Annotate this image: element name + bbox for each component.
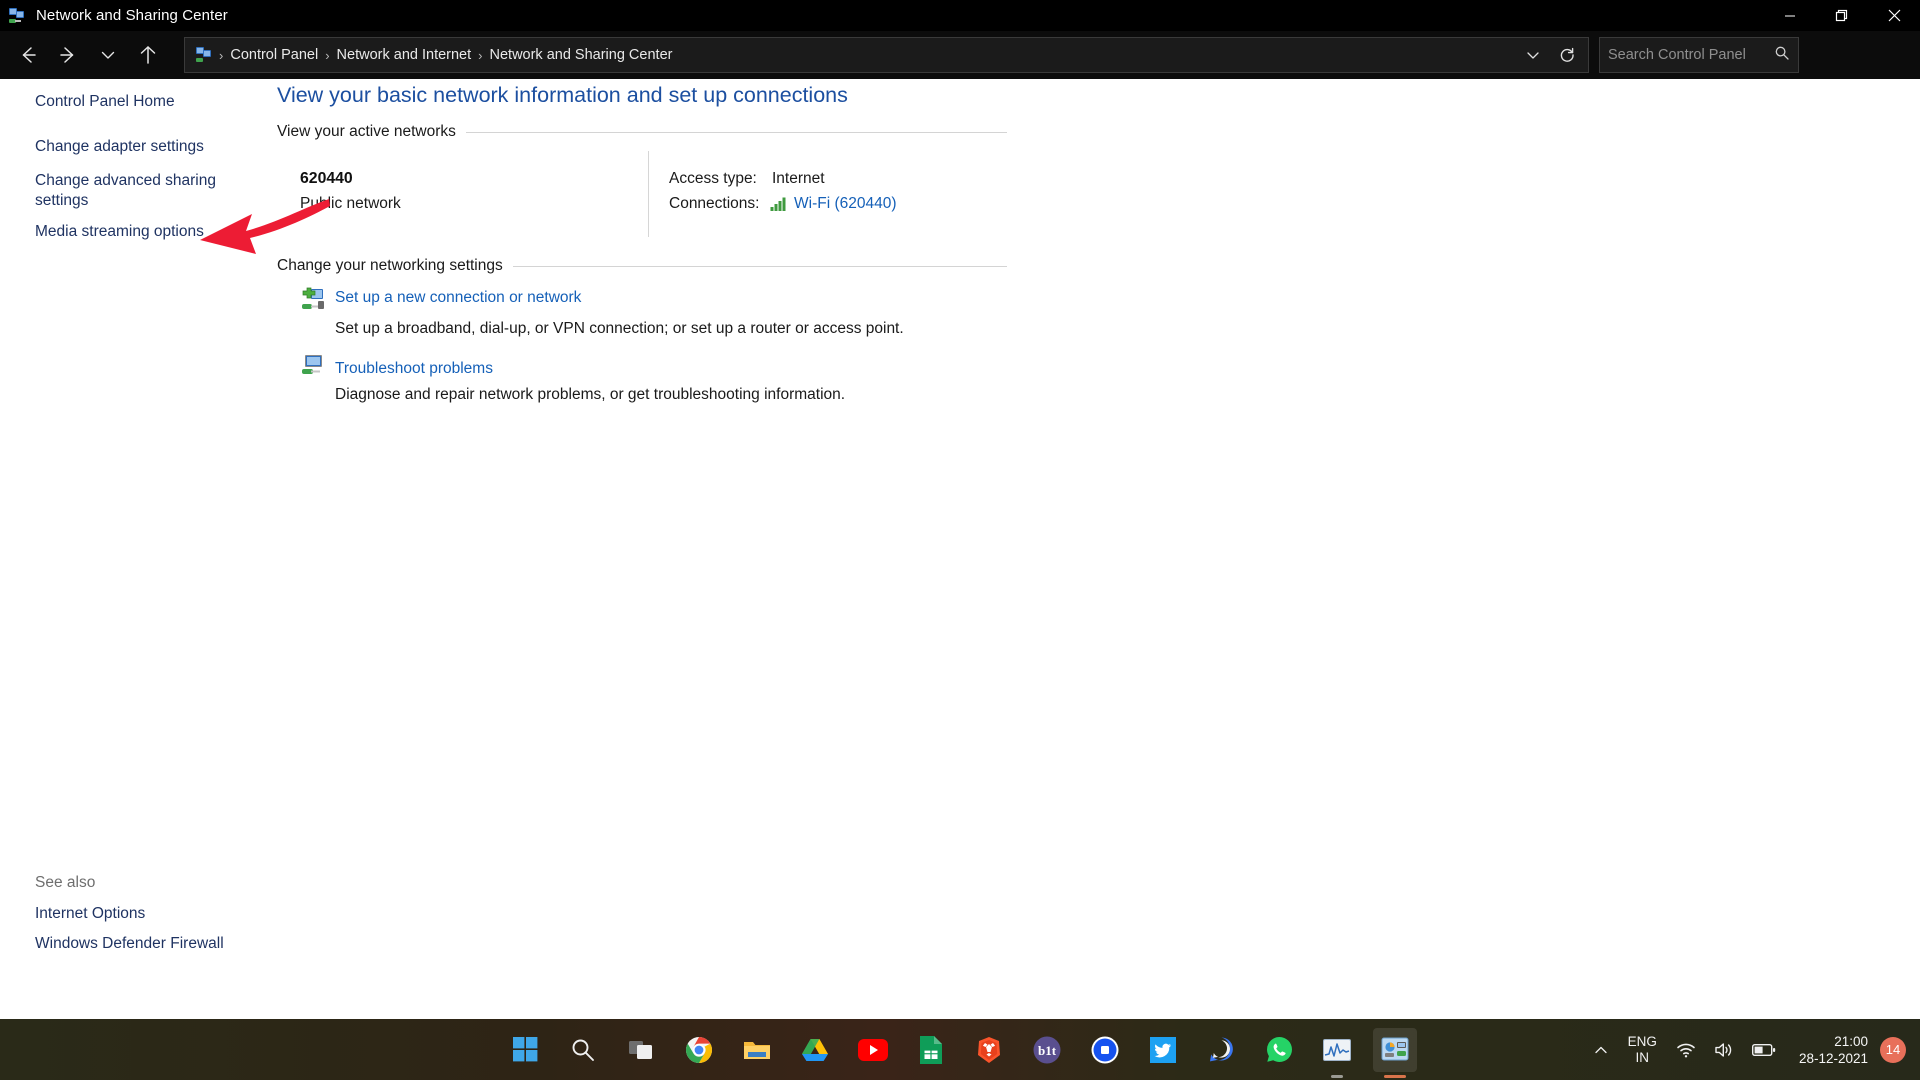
clock-time: 21:00 xyxy=(1834,1033,1868,1049)
google-drive-button[interactable] xyxy=(793,1028,837,1072)
up-button[interactable] xyxy=(128,37,168,73)
task-link-set-up-new-connection[interactable]: Set up a new connection or network xyxy=(335,289,581,307)
volume-icon[interactable] xyxy=(1705,1028,1743,1072)
change-settings-section-header: Change your networking settings xyxy=(277,257,1007,275)
minimize-button[interactable] xyxy=(1764,0,1816,31)
section-divider xyxy=(512,265,1007,267)
whatsapp-button[interactable] xyxy=(1257,1028,1301,1072)
search-input[interactable]: Search Control Panel xyxy=(1608,47,1774,63)
desktop: Network and Sharing Center › Control Pan… xyxy=(0,0,1920,1080)
task-manager-button[interactable] xyxy=(1315,1028,1359,1078)
breadcrumb-item-network-and-internet[interactable]: Network and Internet xyxy=(332,45,477,65)
address-bar-actions xyxy=(1516,39,1584,71)
network-details-divider xyxy=(648,151,649,237)
see-also-item-windows-defender-firewall[interactable]: Windows Defender Firewall xyxy=(35,934,224,954)
sidebar: Control Panel Home Change adapter settin… xyxy=(0,79,272,1019)
language-line2: IN xyxy=(1635,1049,1650,1065)
see-also-label: See also xyxy=(35,874,96,891)
sidebar-item-change-advanced-sharing-settings[interactable]: Change advanced sharing settings xyxy=(35,171,225,211)
clock[interactable]: 21:00 28-12-2021 xyxy=(1785,1033,1878,1067)
sidebar-item-media-streaming-options[interactable]: Media streaming options xyxy=(35,222,204,242)
new-connection-icon xyxy=(300,287,326,313)
taskbar-apps: b1t xyxy=(503,1019,1417,1080)
window-controls xyxy=(1764,0,1920,31)
search-button[interactable] xyxy=(561,1028,605,1072)
forward-button[interactable] xyxy=(48,37,88,73)
main-panel: View your basic network information and … xyxy=(272,79,1920,1019)
task-view-button[interactable] xyxy=(619,1028,663,1072)
youtube-button[interactable] xyxy=(851,1028,895,1072)
breadcrumb-separator: › xyxy=(478,47,483,63)
language-indicator[interactable]: ENG IN xyxy=(1618,1034,1667,1066)
previous-locations-chevron-down-icon[interactable] xyxy=(1516,39,1550,71)
restore-button[interactable] xyxy=(1816,0,1868,31)
taskbar: b1t ENG IN 21:00 28-12-2021 14 xyxy=(0,1019,1920,1080)
signal-button[interactable] xyxy=(1199,1028,1243,1072)
wifi-icon[interactable] xyxy=(1667,1028,1705,1072)
notification-badge[interactable]: 14 xyxy=(1880,1036,1906,1063)
task-link-troubleshoot-problems[interactable]: Troubleshoot problems xyxy=(335,360,493,378)
twitter-button[interactable] xyxy=(1141,1028,1185,1072)
search-icon[interactable] xyxy=(1774,45,1790,66)
access-type-value: Internet xyxy=(772,170,825,187)
wifi-signal-bars-icon xyxy=(770,196,788,212)
section-divider xyxy=(465,131,1007,133)
svg-text:b1t: b1t xyxy=(1038,1043,1057,1058)
connections-link-wifi[interactable]: Wi-Fi (620440) xyxy=(794,195,897,213)
content-area: Control Panel Home Change adapter settin… xyxy=(0,79,1920,1019)
task-description-set-up-new-connection: Set up a broadband, dial-up, or VPN conn… xyxy=(335,320,904,337)
breadcrumb-item-control-panel[interactable]: Control Panel xyxy=(225,45,323,65)
breadcrumb-separator: › xyxy=(325,47,330,63)
breadcrumb-separator: › xyxy=(219,47,224,63)
language-line1: ENG xyxy=(1627,1033,1657,1049)
network-sharing-center-button[interactable] xyxy=(1373,1027,1417,1078)
clock-date: 28-12-2021 xyxy=(1798,1050,1868,1066)
brave-button[interactable] xyxy=(967,1028,1011,1072)
troubleshoot-icon xyxy=(300,352,326,378)
taskbar-running-indicator xyxy=(1331,1074,1343,1078)
recent-locations-button[interactable] xyxy=(88,37,128,73)
taskbar-active-indicator xyxy=(1384,1074,1406,1078)
google-sheets-button[interactable] xyxy=(909,1028,953,1072)
connections-label: Connections: xyxy=(669,195,760,212)
active-networks-heading: View your active networks xyxy=(277,123,456,140)
start-button[interactable] xyxy=(503,1028,547,1072)
search-control-panel-box[interactable]: Search Control Panel xyxy=(1599,37,1799,73)
system-tray: ENG IN 21:00 28-12-2021 14 xyxy=(1584,1019,1920,1080)
page-title: View your basic network information and … xyxy=(277,83,848,107)
task-description-troubleshoot-problems: Diagnose and repair network problems, or… xyxy=(335,386,846,403)
battery-icon[interactable] xyxy=(1743,1028,1785,1072)
network-sharing-icon xyxy=(8,7,26,25)
close-button[interactable] xyxy=(1868,0,1920,31)
window-title: Network and Sharing Center xyxy=(36,7,228,24)
bit-button[interactable]: b1t xyxy=(1025,1028,1069,1072)
active-network-name: 620440 xyxy=(300,170,353,187)
back-button[interactable] xyxy=(8,37,48,73)
show-hidden-icons-chevron-up-icon[interactable] xyxy=(1584,1028,1618,1072)
breadcrumb-item-network-and-sharing-center[interactable]: Network and Sharing Center xyxy=(485,45,678,65)
navigation-bar: › Control Panel › Network and Internet ›… xyxy=(0,31,1920,79)
sidebar-item-change-adapter-settings[interactable]: Change adapter settings xyxy=(35,137,204,157)
see-also-item-internet-options[interactable]: Internet Options xyxy=(35,904,145,924)
breadcrumb-network-icon xyxy=(195,46,213,64)
active-networks-section-header: View your active networks xyxy=(277,123,1007,141)
coinbase-button[interactable] xyxy=(1083,1028,1127,1072)
active-network-type: Public network xyxy=(300,195,401,212)
chrome-button[interactable] xyxy=(677,1028,721,1072)
change-settings-heading: Change your networking settings xyxy=(277,257,503,274)
refresh-icon[interactable] xyxy=(1550,39,1584,71)
address-bar[interactable]: › Control Panel › Network and Internet ›… xyxy=(184,37,1589,73)
file-explorer-button[interactable] xyxy=(735,1028,779,1072)
window-titlebar: Network and Sharing Center xyxy=(0,0,1920,31)
access-type-label: Access type: xyxy=(669,170,757,187)
sidebar-item-control-panel-home[interactable]: Control Panel Home xyxy=(35,92,175,112)
